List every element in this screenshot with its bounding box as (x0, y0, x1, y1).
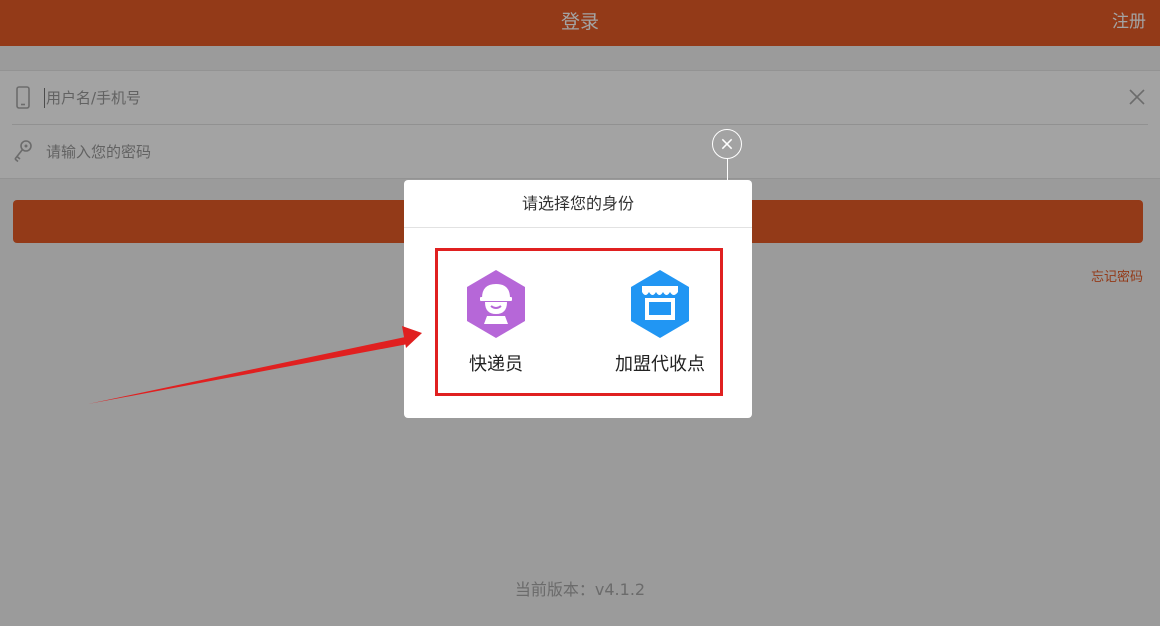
option-courier[interactable]: 快递员 (436, 268, 556, 376)
store-icon (631, 270, 689, 338)
option-label: 加盟代收点 (615, 354, 705, 375)
login-screen: 登录 注册 用户名/手机号 请输入您的密码 忘记密码 当前版本：v4.1.2 请… (0, 0, 1160, 626)
identity-dialog: 请选择您的身份 快递员 加盟代收点 (404, 180, 752, 418)
courier-icon (467, 270, 525, 338)
close-icon[interactable] (712, 129, 742, 159)
option-collection-point[interactable]: 加盟代收点 (600, 268, 720, 376)
close-connector-line (727, 158, 728, 180)
option-label: 快递员 (469, 354, 523, 375)
dialog-title: 请选择您的身份 (404, 180, 752, 228)
